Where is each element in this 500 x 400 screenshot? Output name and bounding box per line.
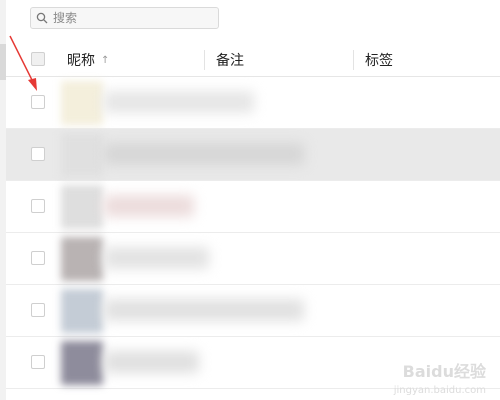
column-label-nickname: 昵称 <box>67 53 95 69</box>
search-input[interactable] <box>53 11 203 25</box>
avatar <box>61 185 103 229</box>
table-row[interactable] <box>6 77 500 129</box>
watermark-logo: Baidu经验 <box>402 362 486 381</box>
table-row[interactable] <box>6 233 500 285</box>
row-checkbox[interactable] <box>31 355 45 369</box>
avatar <box>61 237 103 281</box>
column-divider <box>353 50 354 70</box>
column-header-nickname[interactable]: 昵称 ↑ <box>67 44 109 76</box>
nickname-blurred <box>104 351 199 373</box>
avatar <box>61 289 103 333</box>
watermark-url: jingyan.baidu.com <box>393 385 486 396</box>
nickname-blurred <box>104 299 304 321</box>
column-header-remark[interactable]: 备注 <box>216 44 244 76</box>
table-row[interactable] <box>6 129 500 181</box>
table-row[interactable] <box>6 285 500 337</box>
row-checkbox[interactable] <box>31 303 45 317</box>
nickname-blurred <box>104 91 254 113</box>
table-header: 昵称 ↑ 备注 标签 <box>6 44 500 77</box>
table-row[interactable] <box>6 181 500 233</box>
row-checkbox[interactable] <box>31 251 45 265</box>
annotation-arrow-icon <box>9 35 37 91</box>
avatar <box>61 341 103 385</box>
avatar <box>61 81 103 125</box>
avatar <box>61 133 103 177</box>
column-divider <box>204 50 205 70</box>
row-checkbox[interactable] <box>31 147 45 161</box>
column-header-tags[interactable]: 标签 <box>365 44 393 76</box>
arrow-up-icon: ↑ <box>101 54 110 66</box>
column-label-tags: 标签 <box>365 53 393 69</box>
nickname-blurred <box>104 247 209 269</box>
nickname-blurred <box>104 143 304 165</box>
row-checkbox[interactable] <box>31 199 45 213</box>
nickname-blurred <box>104 195 194 217</box>
column-label-remark: 备注 <box>216 53 244 69</box>
